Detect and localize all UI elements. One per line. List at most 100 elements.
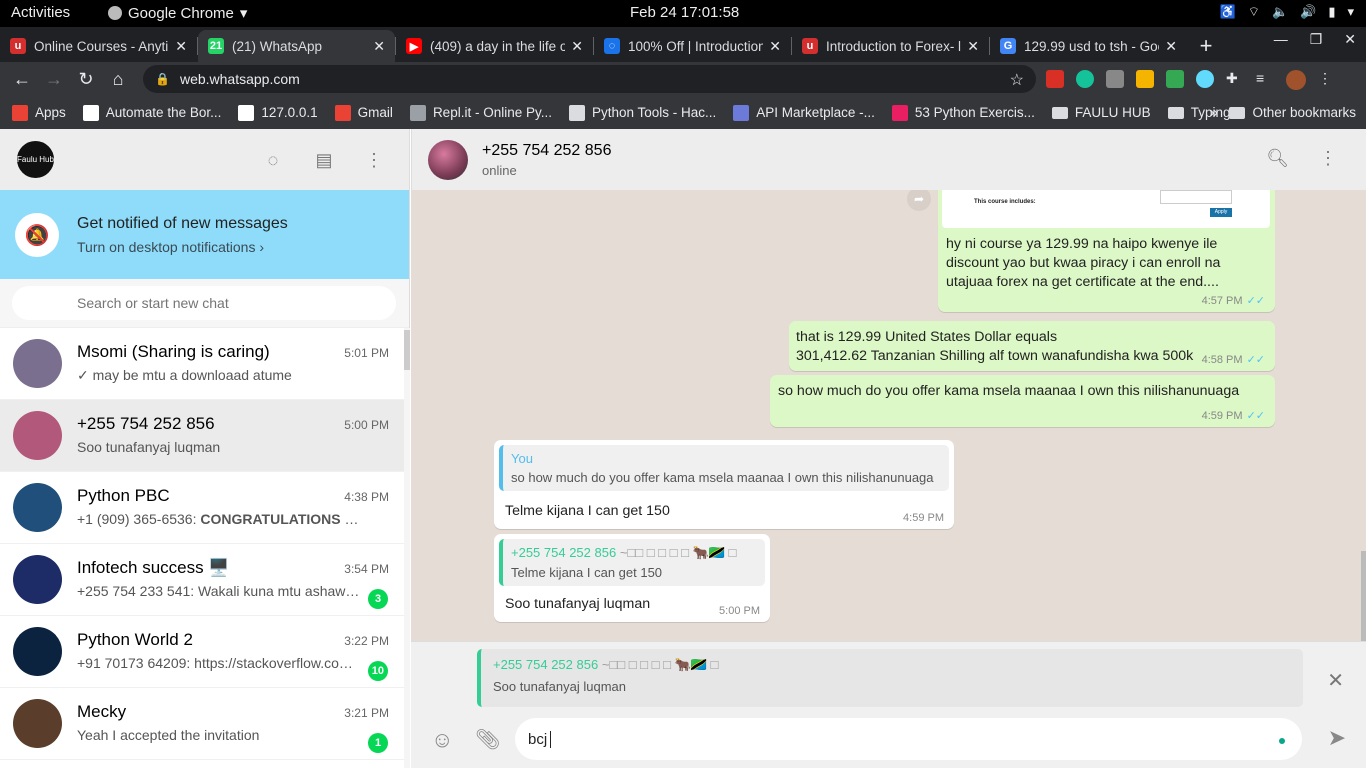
message-list-scrollbar[interactable]: [1361, 551, 1366, 641]
minimize-icon[interactable]: —: [1274, 31, 1288, 48]
avatar[interactable]: [13, 627, 62, 676]
send-icon[interactable]: ➤: [1328, 725, 1346, 751]
message-bubble[interactable]: so how much do you offer kama msela maan…: [770, 375, 1275, 427]
extension-icon[interactable]: [1106, 70, 1124, 88]
conversation-header[interactable]: +255 754 252 856 online 🔍︎ ⋮: [411, 129, 1366, 190]
bookmark-star-icon[interactable]: ☆: [1010, 70, 1024, 90]
notif-link[interactable]: Turn on desktop notifications ›: [77, 239, 264, 255]
extension-icon[interactable]: [1136, 70, 1154, 88]
new-chat-icon[interactable]: ▤: [313, 150, 335, 172]
bookmark-item[interactable]: FAULU HUB: [1051, 105, 1151, 121]
quoted-message[interactable]: +255 754 252 856 ~□□ □ □ □ □ 🐂🇹🇿 □ Telme…: [499, 539, 765, 586]
close-tab-icon[interactable]: ✕: [769, 38, 781, 55]
close-icon[interactable]: ✕: [1344, 31, 1356, 48]
contact-avatar[interactable]: [428, 140, 468, 180]
volume-icon[interactable]: 🔈: [1272, 4, 1288, 20]
puzzle-icon[interactable]: ✚: [1226, 70, 1244, 88]
browser-tab[interactable]: u Online Courses - Anytime ✕: [0, 30, 197, 62]
search-input[interactable]: [12, 286, 396, 320]
other-bookmarks[interactable]: Other bookmarks: [1229, 105, 1356, 120]
emoji-icon[interactable]: ☺: [431, 727, 453, 753]
battery-icon[interactable]: ▮: [1328, 4, 1335, 20]
message-bubble[interactable]: that is 129.99 United States Dollar equa…: [789, 321, 1275, 371]
message-bubble[interactable]: +255 754 252 856 ~□□ □ □ □ □ 🐂🇹🇿 □ Telme…: [494, 534, 770, 622]
bookmark-item[interactable]: Python Tools - Hac...: [568, 104, 716, 121]
browser-tab[interactable]: ▶ (409) a day in the life of ✕: [396, 30, 593, 62]
bookmark-item[interactable]: Apps: [12, 104, 66, 121]
reload-icon[interactable]: ↻: [70, 69, 102, 90]
avatar[interactable]: [13, 339, 62, 388]
activities-button[interactable]: Activities: [11, 4, 70, 21]
chat-list-item[interactable]: Python PBC 4:38 PM +1 (909) 365-6536: CONG…: [0, 472, 404, 544]
menu-icon[interactable]: ⋮: [363, 150, 385, 172]
close-tab-icon[interactable]: ✕: [571, 38, 583, 55]
avatar[interactable]: [13, 555, 62, 604]
message-input[interactable]: bcj: [515, 718, 1302, 760]
new-tab-button[interactable]: +: [1191, 30, 1221, 62]
forward-icon[interactable]: →: [38, 69, 70, 90]
my-avatar[interactable]: Faulu Hub: [15, 139, 56, 180]
grammarly-dot-icon[interactable]: [1279, 738, 1285, 744]
browser-tab[interactable]: ◌ 100% Off | Introduction ✕: [594, 30, 791, 62]
menu-icon[interactable]: ⋮: [1319, 148, 1337, 169]
browser-menu-icon[interactable]: ⋮: [1318, 70, 1332, 90]
forward-icon[interactable]: ➦: [907, 190, 931, 211]
chat-list-item[interactable]: +255 754 252 856 5:00 PM Soo tunafanyaj lu…: [0, 400, 404, 472]
course-image[interactable]: This course includes: Apply: [942, 190, 1270, 228]
bookmark-item[interactable]: API Marketplace -...: [733, 104, 875, 121]
power-menu-icon[interactable]: ▾: [1347, 4, 1354, 20]
address-bar[interactable]: 🔒 web.whatsapp.com ☆: [143, 65, 1036, 93]
home-icon[interactable]: ⌂: [102, 69, 134, 90]
wifi-icon[interactable]: ⌔: [1248, 4, 1260, 20]
close-tab-icon[interactable]: ✕: [373, 38, 385, 55]
profile-avatar[interactable]: [1286, 70, 1306, 90]
extension-icon[interactable]: [1046, 70, 1064, 88]
reply-quote[interactable]: +255 754 252 856 ~□□ □ □ □ □ 🐂🇹🇿 □ Soo t…: [477, 649, 1303, 707]
message-bubble[interactable]: This course includes: Apply hy ni course…: [938, 190, 1275, 312]
lock-icon[interactable]: 🔒: [155, 72, 170, 86]
system-clock[interactable]: Feb 24 17:01:58: [630, 4, 739, 21]
react-devtools-icon[interactable]: [1196, 70, 1214, 88]
maximize-icon[interactable]: ❐: [1310, 31, 1323, 48]
close-tab-icon[interactable]: ✕: [967, 38, 979, 55]
chat-list-item[interactable]: Msomi (Sharing is caring) 5:01 PM ✓ may be…: [0, 328, 404, 400]
avatar[interactable]: [13, 411, 62, 460]
text-caret: [550, 730, 552, 748]
search-icon[interactable]: 🔍︎: [1266, 148, 1289, 169]
browser-tab[interactable]: 21 (21) WhatsApp ✕: [198, 30, 395, 62]
avatar[interactable]: [13, 483, 62, 532]
close-reply-icon[interactable]: ✕: [1327, 668, 1344, 693]
extension-icon[interactable]: [1166, 70, 1184, 88]
notification-banner[interactable]: 🔕 Get notified of new messages Turn on d…: [0, 190, 409, 279]
quoted-message[interactable]: You so how much do you offer kama msela …: [499, 445, 949, 491]
bookmark-item[interactable]: Repl.it - Online Py...: [409, 104, 552, 121]
chat-list-item[interactable]: Infotech success 🖥️ 3:54 PM +255 754 233 5…: [0, 544, 404, 616]
browser-tab[interactable]: G 129.99 usd to tsh - Goog ✕: [990, 30, 1187, 62]
grammarly-icon[interactable]: [1076, 70, 1094, 88]
app-menu[interactable]: Google Chrome ▾: [108, 4, 247, 22]
accessibility-icon[interactable]: ♿: [1220, 4, 1236, 20]
chat-preview: +255 754 233 541: Wakali kuna mtu ashawa…: [77, 583, 362, 599]
status-icon[interactable]: ◌: [262, 150, 284, 172]
message-bubble[interactable]: You so how much do you offer kama msela …: [494, 440, 954, 529]
chat-list-item[interactable]: Mecky 3:21 PM Yeah I accepted the invitati…: [0, 688, 404, 760]
reading-list-icon[interactable]: ≡: [1256, 70, 1274, 88]
bookmark-item[interactable]: Gmail: [334, 104, 393, 121]
volume-icon[interactable]: 🔊: [1300, 4, 1316, 20]
close-tab-icon[interactable]: ✕: [1165, 38, 1177, 55]
avatar[interactable]: [13, 699, 62, 748]
chat-list-item[interactable]: Python World 2 3:22 PM +91 70173 64209: ht…: [0, 616, 404, 688]
attach-icon[interactable]: 📎︎: [475, 727, 500, 752]
bookmark-item[interactable]: Automate the Bor...: [82, 104, 221, 121]
bookmark-item[interactable]: 127.0.0.1: [238, 104, 318, 121]
close-tab-icon[interactable]: ✕: [175, 38, 187, 55]
bookmark-item[interactable]: Typing: [1167, 105, 1230, 121]
more-bookmarks-icon[interactable]: »: [1210, 104, 1218, 121]
contact-name[interactable]: +255 754 252 856: [482, 142, 611, 160]
bookmark-item[interactable]: 53 Python Exercis...: [891, 104, 1035, 121]
folder-icon: [1051, 106, 1068, 119]
browser-tab[interactable]: u Introduction to Forex- l ✕: [792, 30, 989, 62]
back-icon[interactable]: ←: [6, 69, 38, 90]
system-tray[interactable]: ♿ ⌔ 🔈 🔊 ▮ ▾: [1220, 4, 1354, 20]
chat-list-scrollbar[interactable]: [404, 328, 410, 768]
